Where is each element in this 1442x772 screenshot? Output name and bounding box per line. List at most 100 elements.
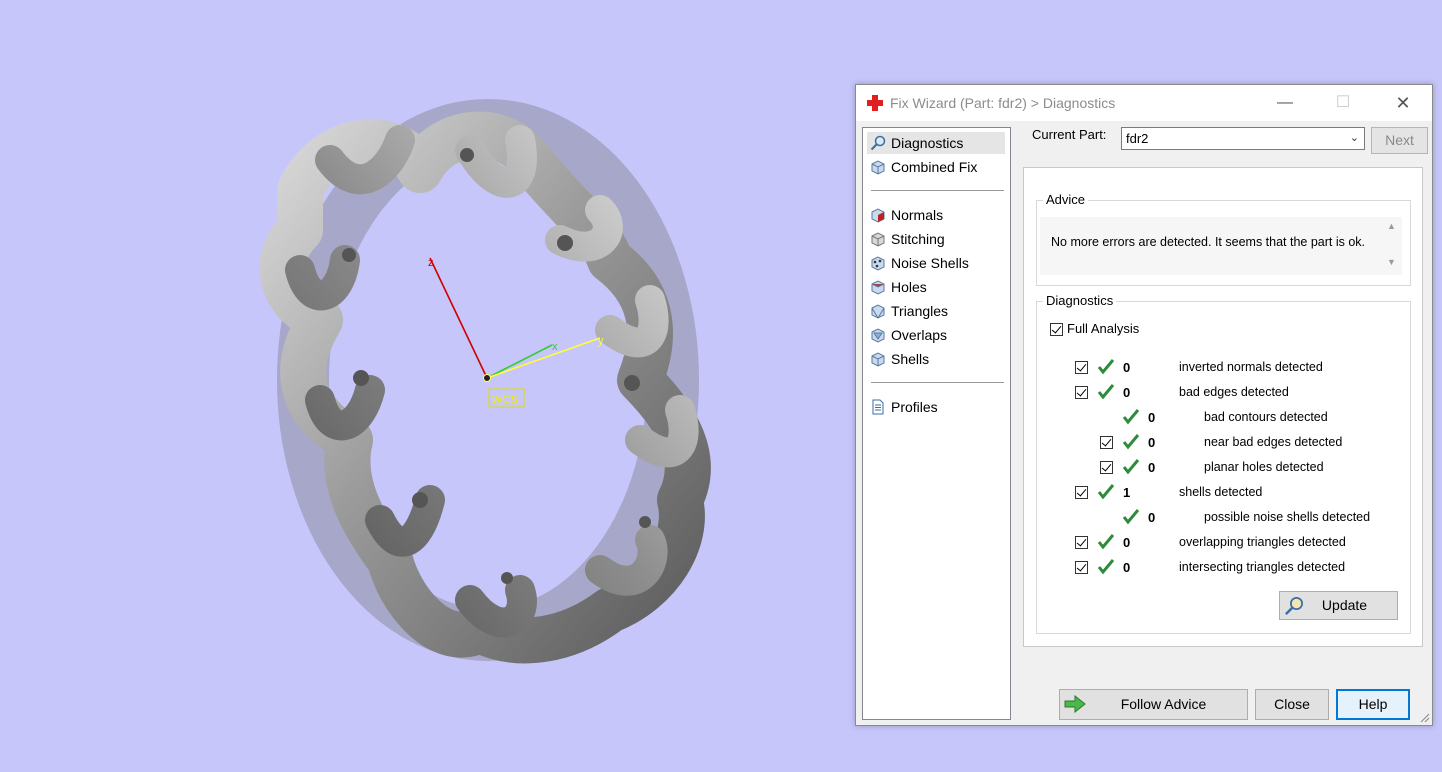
advice-scrollbar[interactable]: ▲ ▼ [1383, 217, 1400, 275]
current-part-value: fdr2 [1126, 131, 1149, 146]
noise-shells-icon [871, 256, 885, 271]
diag-row-inverted-normals: 0 inverted normals detected [1037, 358, 1407, 378]
3d-viewport[interactable]: z x y WCS [0, 0, 850, 772]
advice-textbox[interactable]: No more errors are detected. It seems th… [1040, 217, 1402, 275]
green-arrow-icon [1064, 695, 1086, 713]
current-part-select[interactable]: fdr2 ⌄ [1121, 127, 1365, 150]
nav-item-noise-shells[interactable]: Noise Shells [867, 252, 1005, 274]
row-label: bad edges detected [1179, 385, 1289, 399]
update-label: Update [1321, 597, 1368, 613]
nav-item-triangles[interactable]: Triangles [867, 300, 1005, 322]
magnifier-icon [870, 135, 886, 151]
resize-grip-icon[interactable] [1418, 711, 1430, 723]
green-check-icon [1097, 534, 1115, 550]
nav-item-label: Holes [891, 279, 927, 295]
row-label: near bad edges detected [1204, 435, 1343, 449]
magnifier-icon [1284, 597, 1303, 616]
row-count: 0 [1148, 510, 1156, 525]
green-check-icon [1097, 484, 1115, 500]
document-icon [872, 399, 884, 415]
chevron-down-icon: ⌄ [1349, 132, 1359, 144]
nav-item-overlaps[interactable]: Overlaps [867, 324, 1005, 346]
minimize-button[interactable]: — [1262, 85, 1308, 121]
scroll-up-icon[interactable]: ▲ [1383, 221, 1400, 231]
green-check-icon [1097, 384, 1115, 400]
nav-item-label: Combined Fix [891, 159, 978, 175]
green-check-icon [1122, 434, 1140, 450]
nav-item-label: Shells [891, 351, 930, 367]
nav-item-label: Overlaps [891, 327, 948, 343]
row-count: 1 [1123, 485, 1131, 500]
diag-row-shells: 1 shells detected [1037, 483, 1407, 503]
part-model-view[interactable]: z x y WCS [0, 0, 850, 772]
row-label: possible noise shells detected [1204, 510, 1371, 524]
holes-cube-icon [871, 280, 885, 295]
nav-item-profiles[interactable]: Profiles [867, 396, 1005, 418]
follow-advice-button[interactable]: Follow Advice [1059, 689, 1248, 720]
row-label: bad contours detected [1204, 410, 1328, 424]
x-axis-label: x [552, 341, 558, 353]
diagnostics-title: Diagnostics [1043, 293, 1117, 308]
diag-row-overlapping-triangles: 0 overlapping triangles detected [1037, 533, 1407, 553]
wcs-label: WCS [492, 394, 518, 406]
nav-item-stitching[interactable]: Stitching [867, 228, 1005, 250]
stitching-cube-icon [871, 232, 885, 247]
coordinate-axes: z x y WCS [428, 257, 604, 408]
green-check-icon [1122, 409, 1140, 425]
shells-icon [871, 352, 885, 367]
advice-text: No more errors are detected. It seems th… [1051, 235, 1366, 249]
nav-item-label: Normals [891, 207, 944, 223]
close-button[interactable]: Close [1255, 689, 1329, 720]
diag-row-planar-holes: 0 planar holes detected [1037, 458, 1407, 478]
row-count: 0 [1148, 460, 1156, 475]
green-check-icon [1122, 509, 1140, 525]
row-count: 0 [1123, 385, 1131, 400]
title-bar[interactable]: Fix Wizard (Part: fdr2) > Diagnostics — … [856, 85, 1432, 121]
maximize-button[interactable]: ☐ [1320, 85, 1366, 121]
row-checkbox[interactable] [1075, 536, 1088, 549]
green-check-icon [1097, 559, 1115, 575]
row-label: shells detected [1179, 485, 1263, 499]
close-window-button[interactable]: ✕ [1380, 85, 1426, 121]
diagnostics-group: Diagnostics Full Analysis 0 inverted nor… [1036, 293, 1411, 634]
nav-item-label: Profiles [891, 399, 938, 415]
nav-item-shells[interactable]: Shells [867, 348, 1005, 370]
update-button[interactable]: Update [1279, 591, 1398, 620]
row-checkbox[interactable] [1075, 561, 1088, 574]
follow-advice-label: Follow Advice [1120, 696, 1207, 712]
row-label: planar holes detected [1204, 460, 1324, 474]
nav-item-diagnostics[interactable]: Diagnostics [867, 132, 1005, 154]
nav-item-combined-fix[interactable]: Combined Fix [867, 156, 1005, 178]
nav-item-label: Triangles [891, 303, 949, 319]
row-checkbox[interactable] [1100, 461, 1113, 474]
y-axis-label: y [598, 335, 604, 347]
scroll-down-icon[interactable]: ▼ [1383, 257, 1400, 267]
row-checkbox[interactable] [1075, 361, 1088, 374]
red-cross-icon [867, 95, 883, 111]
help-button[interactable]: Help [1336, 689, 1410, 720]
nav-separator [871, 382, 1004, 383]
window-title: Fix Wizard (Part: fdr2) > Diagnostics [890, 95, 1116, 111]
full-analysis-checkbox[interactable] [1050, 323, 1063, 336]
diag-row-intersecting-triangles: 0 intersecting triangles detected [1037, 558, 1407, 578]
z-axis-label: z [428, 257, 434, 269]
row-label: intersecting triangles detected [1179, 560, 1346, 574]
fix-steps-nav: Diagnostics Combined Fix Normals Stitchi… [862, 127, 1011, 720]
triangles-icon [871, 304, 885, 319]
diagnostics-page: Advice No more errors are detected. It s… [1023, 167, 1423, 647]
nav-separator [871, 190, 1004, 191]
row-checkbox[interactable] [1075, 386, 1088, 399]
row-count: 0 [1148, 410, 1156, 425]
row-count: 0 [1123, 360, 1131, 375]
diag-row-near-bad-edges: 0 near bad edges detected [1037, 433, 1407, 453]
row-checkbox[interactable] [1075, 486, 1088, 499]
row-checkbox[interactable] [1100, 436, 1113, 449]
nav-item-label: Diagnostics [891, 135, 964, 151]
nav-item-normals[interactable]: Normals [867, 204, 1005, 226]
nav-item-holes[interactable]: Holes [867, 276, 1005, 298]
row-label: inverted normals detected [1179, 360, 1323, 374]
nav-item-label: Stitching [891, 231, 945, 247]
row-count: 0 [1148, 435, 1156, 450]
row-label: overlapping triangles detected [1179, 535, 1346, 549]
next-button[interactable]: Next [1371, 127, 1428, 154]
